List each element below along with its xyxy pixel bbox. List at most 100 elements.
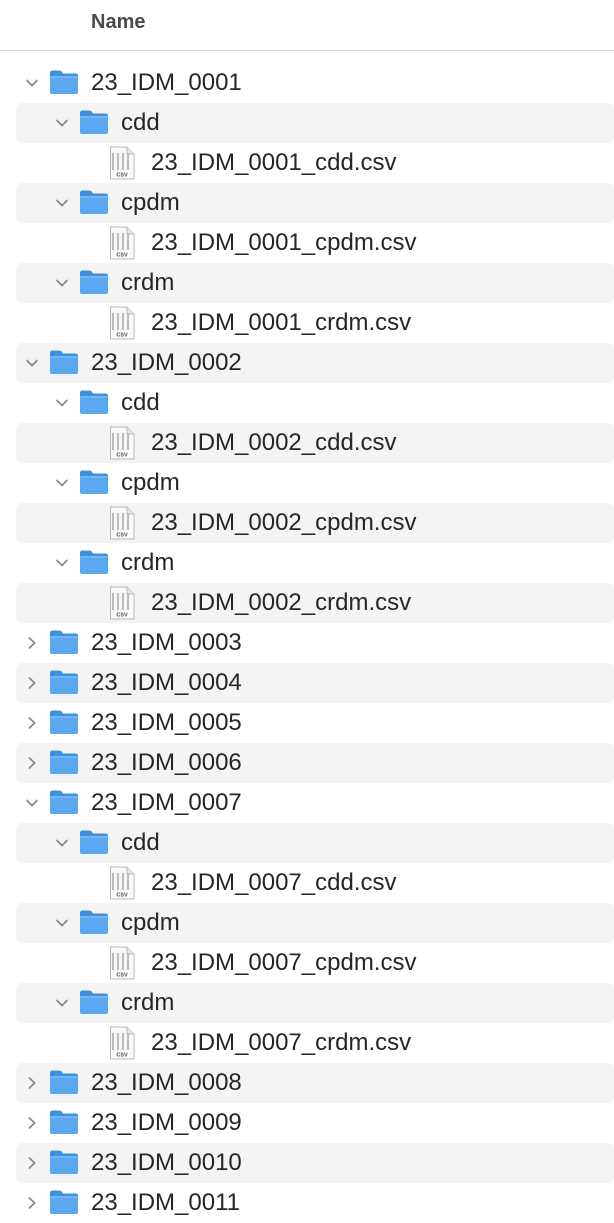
folder-icon — [50, 670, 78, 694]
svg-text:CSV: CSV — [116, 1053, 128, 1059]
folder-row[interactable]: 23_IDM_0004 — [0, 663, 614, 703]
folder-name: crdm — [121, 269, 175, 296]
chevron-down-icon[interactable] — [53, 834, 71, 852]
folder-row[interactable]: crdm — [0, 983, 614, 1023]
csv-file-icon: CSV — [110, 586, 135, 620]
folder-icon — [50, 1190, 78, 1214]
folder-icon — [50, 790, 78, 814]
folder-row[interactable]: 23_IDM_0006 — [0, 743, 614, 783]
chevron-right-icon[interactable] — [23, 1114, 41, 1132]
csv-file-icon: CSV — [110, 146, 135, 180]
folder-name: 23_IDM_0006 — [91, 749, 242, 776]
folder-row[interactable]: 23_IDM_0002 — [0, 343, 614, 383]
folder-name: crdm — [121, 989, 175, 1016]
file-name: 23_IDM_0002_cdd.csv — [151, 429, 397, 456]
folder-row[interactable]: 23_IDM_0008 — [0, 1063, 614, 1103]
folder-name: 23_IDM_0010 — [91, 1149, 242, 1176]
file-name: 23_IDM_0001_cpdm.csv — [151, 229, 417, 256]
folder-name: cdd — [121, 829, 160, 856]
folder-row[interactable]: crdm — [0, 543, 614, 583]
chevron-right-icon[interactable] — [23, 1074, 41, 1092]
file-row[interactable]: CSV 23_IDM_0001_cpdm.csv — [0, 223, 614, 263]
csv-file-icon: CSV — [110, 506, 135, 540]
chevron-down-icon[interactable] — [53, 274, 71, 292]
svg-text:CSV: CSV — [116, 253, 128, 259]
folder-icon — [80, 550, 108, 574]
chevron-right-icon[interactable] — [23, 754, 41, 772]
file-row[interactable]: CSV 23_IDM_0002_crdm.csv — [0, 583, 614, 623]
chevron-down-icon[interactable] — [23, 74, 41, 92]
folder-name: 23_IDM_0008 — [91, 1069, 242, 1096]
folder-icon — [80, 190, 108, 214]
chevron-down-icon[interactable] — [53, 114, 71, 132]
chevron-down-icon[interactable] — [53, 194, 71, 212]
folder-row[interactable]: 23_IDM_0009 — [0, 1103, 614, 1143]
folder-row[interactable]: cdd — [0, 823, 614, 863]
chevron-down-icon[interactable] — [53, 914, 71, 932]
file-row[interactable]: CSV 23_IDM_0007_cdd.csv — [0, 863, 614, 903]
folder-name: 23_IDM_0007 — [91, 789, 242, 816]
csv-file-icon: CSV — [110, 866, 135, 900]
folder-icon — [50, 710, 78, 734]
name-column-header[interactable]: Name — [91, 11, 145, 34]
folder-row[interactable]: cpdm — [0, 183, 614, 223]
chevron-right-icon[interactable] — [23, 1154, 41, 1172]
chevron-down-icon[interactable] — [53, 394, 71, 412]
folder-row[interactable]: crdm — [0, 263, 614, 303]
chevron-down-icon[interactable] — [23, 794, 41, 812]
file-name: 23_IDM_0001_cdd.csv — [151, 149, 397, 176]
svg-text:CSV: CSV — [116, 973, 128, 979]
folder-row[interactable]: 23_IDM_0003 — [0, 623, 614, 663]
svg-text:CSV: CSV — [116, 333, 128, 339]
file-name: 23_IDM_0007_crdm.csv — [151, 1029, 412, 1056]
file-row[interactable]: CSV 23_IDM_0007_cpdm.csv — [0, 943, 614, 983]
folder-icon — [50, 1150, 78, 1174]
file-row[interactable]: CSV 23_IDM_0001_crdm.csv — [0, 303, 614, 343]
folder-name: cdd — [121, 389, 160, 416]
svg-text:CSV: CSV — [116, 533, 128, 539]
file-name: 23_IDM_0002_crdm.csv — [151, 589, 412, 616]
folder-row[interactable]: 23_IDM_0011 — [0, 1183, 614, 1223]
folder-row[interactable]: cdd — [0, 103, 614, 143]
folder-name: 23_IDM_0005 — [91, 709, 242, 736]
chevron-down-icon[interactable] — [23, 354, 41, 372]
file-name: 23_IDM_0001_crdm.csv — [151, 309, 412, 336]
chevron-down-icon[interactable] — [53, 994, 71, 1012]
chevron-down-icon[interactable] — [53, 554, 71, 572]
svg-text:CSV: CSV — [116, 173, 128, 179]
folder-name: 23_IDM_0009 — [91, 1109, 242, 1136]
folder-name: 23_IDM_0004 — [91, 669, 242, 696]
folder-row[interactable]: 23_IDM_0007 — [0, 783, 614, 823]
folder-name: 23_IDM_0011 — [91, 1189, 240, 1216]
folder-icon — [50, 750, 78, 774]
folder-row[interactable]: cpdm — [0, 903, 614, 943]
csv-file-icon: CSV — [110, 226, 135, 260]
folder-icon — [80, 990, 108, 1014]
folder-row[interactable]: cpdm — [0, 463, 614, 503]
file-row[interactable]: CSV 23_IDM_0007_crdm.csv — [0, 1023, 614, 1063]
folder-row[interactable]: 23_IDM_0005 — [0, 703, 614, 743]
csv-file-icon: CSV — [110, 946, 135, 980]
svg-text:CSV: CSV — [116, 613, 128, 619]
folder-row[interactable]: cdd — [0, 383, 614, 423]
folder-icon — [50, 630, 78, 654]
csv-file-icon: CSV — [110, 426, 135, 460]
chevron-right-icon[interactable] — [23, 1194, 41, 1212]
file-name: 23_IDM_0007_cpdm.csv — [151, 949, 417, 976]
folder-icon — [50, 70, 78, 94]
chevron-right-icon[interactable] — [23, 714, 41, 732]
file-name: 23_IDM_0007_cdd.csv — [151, 869, 397, 896]
csv-file-icon: CSV — [110, 306, 135, 340]
folder-icon — [80, 830, 108, 854]
chevron-right-icon[interactable] — [23, 674, 41, 692]
file-row[interactable]: CSV 23_IDM_0002_cdd.csv — [0, 423, 614, 463]
folder-row[interactable]: 23_IDM_0010 — [0, 1143, 614, 1183]
file-row[interactable]: CSV 23_IDM_0002_cpdm.csv — [0, 503, 614, 543]
folder-icon — [80, 470, 108, 494]
file-row[interactable]: CSV 23_IDM_0001_cdd.csv — [0, 143, 614, 183]
folder-name: 23_IDM_0003 — [91, 629, 242, 656]
csv-file-icon: CSV — [110, 1026, 135, 1060]
chevron-right-icon[interactable] — [23, 634, 41, 652]
chevron-down-icon[interactable] — [53, 474, 71, 492]
folder-row[interactable]: 23_IDM_0001 — [0, 63, 614, 103]
